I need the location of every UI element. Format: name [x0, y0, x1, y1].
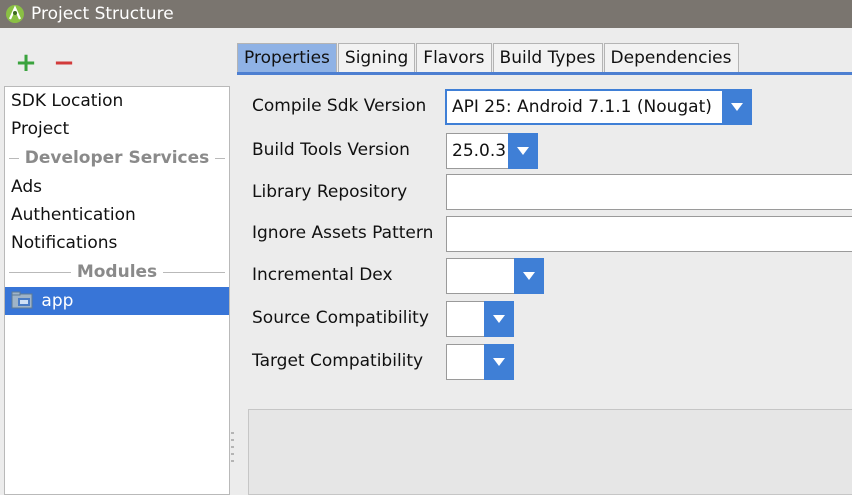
incremental-dex-select[interactable] [446, 258, 544, 294]
compile-sdk-select[interactable]: API 25: Android 7.1.1 (Nougat) [445, 89, 752, 125]
sidebar-item-label: Project [11, 119, 70, 139]
sidebar-item-label: app [41, 291, 74, 311]
details-panel [248, 409, 852, 495]
sidebar-item-label: Authentication [11, 205, 136, 225]
target-compat-value [446, 344, 484, 380]
module-folder-icon [11, 291, 33, 308]
build-tools-label: Build Tools Version [252, 140, 410, 160]
chevron-down-icon [722, 89, 752, 125]
structure-sidebar: SDK Location Project Developer Services … [4, 86, 230, 495]
tab-flavors[interactable]: Flavors [416, 43, 492, 73]
plus-icon: + [15, 48, 37, 78]
target-compat-select[interactable] [446, 344, 514, 380]
source-compat-value [446, 301, 484, 337]
sidebar-item-app-module[interactable]: app [5, 287, 229, 315]
tab-signing[interactable]: Signing [337, 43, 416, 73]
target-compat-label: Target Compatibility [252, 351, 424, 371]
sidebar-item-label: Ads [11, 177, 42, 197]
tab-build-types[interactable]: Build Types [492, 43, 603, 73]
library-repository-field[interactable] [446, 174, 852, 210]
window-title: Project Structure [31, 4, 174, 24]
sidebar-item-notifications[interactable]: Notifications [5, 229, 229, 257]
chevron-down-icon [484, 344, 514, 380]
sidebar-item-label: SDK Location [11, 91, 124, 111]
add-module-button[interactable]: + [14, 48, 38, 78]
compile-sdk-value: API 25: Android 7.1.1 (Nougat) [445, 89, 722, 125]
build-tools-value: 25.0.3 [446, 133, 508, 169]
divider [9, 271, 71, 273]
sidebar-item-ads[interactable]: Ads [5, 173, 229, 201]
developer-services-header: Developer Services [5, 143, 229, 173]
divider [163, 271, 225, 273]
library-repository-label: Library Repository [252, 182, 408, 202]
ignore-assets-field[interactable] [446, 216, 852, 252]
ignore-assets-label: Ignore Assets Pattern [252, 223, 434, 243]
section-label: Modules [76, 262, 158, 282]
sidebar-item-label: Notifications [11, 233, 118, 253]
chevron-down-icon [508, 133, 538, 169]
incremental-dex-value [446, 258, 514, 294]
source-compat-select[interactable] [446, 301, 514, 337]
title-bar: Project Structure [0, 0, 852, 28]
chevron-down-icon [484, 301, 514, 337]
remove-module-button[interactable]: − [52, 48, 76, 78]
incremental-dex-label: Incremental Dex [252, 265, 393, 285]
module-toolbar: + − [0, 46, 228, 80]
android-studio-icon [6, 5, 24, 23]
chevron-down-icon [514, 258, 544, 294]
source-compat-label: Source Compatibility [252, 308, 429, 328]
build-tools-select[interactable]: 25.0.3 [446, 133, 538, 169]
tab-properties[interactable]: Properties [237, 43, 337, 73]
sidebar-item-sdk-location[interactable]: SDK Location [5, 87, 229, 115]
sidebar-item-authentication[interactable]: Authentication [5, 201, 229, 229]
tab-dependencies[interactable]: Dependencies [603, 43, 739, 73]
divider [215, 157, 225, 159]
splitter-handle[interactable] [231, 432, 237, 462]
modules-header: Modules [5, 257, 229, 287]
section-label: Developer Services [24, 148, 210, 168]
tab-bar: Properties Signing Flavors Build Types D… [237, 43, 740, 73]
minus-icon: − [53, 48, 75, 78]
sidebar-item-project[interactable]: Project [5, 115, 229, 143]
compile-sdk-label: Compile Sdk Version [252, 96, 427, 116]
divider [9, 157, 19, 159]
